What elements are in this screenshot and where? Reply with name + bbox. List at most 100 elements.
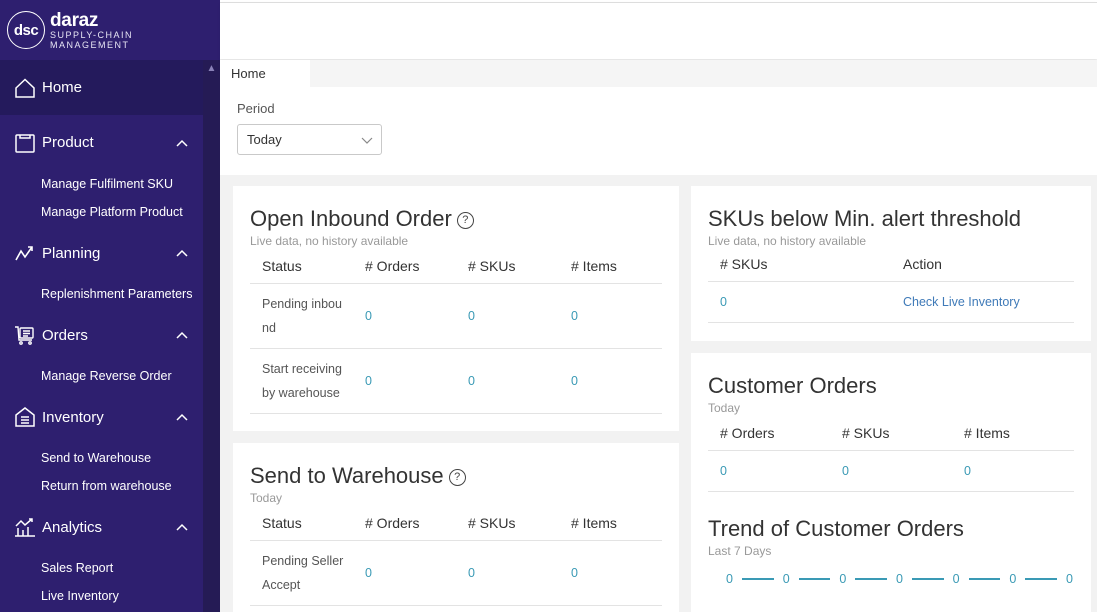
sidebar-nav: Home Product Manage Fulfilment SKU Manag…: [0, 60, 203, 612]
column-header: # Items: [559, 250, 662, 284]
items-count-link[interactable]: 0: [559, 283, 662, 349]
card-send-to-warehouse: Send to Warehouse ? Today Status # Order…: [233, 443, 679, 612]
skus-count-link[interactable]: 0: [456, 283, 559, 349]
orders-count-link[interactable]: 0: [353, 283, 456, 349]
skus-count-link[interactable]: 0: [456, 540, 559, 606]
sidebar-scrollbar[interactable]: ▲: [203, 60, 220, 612]
sidebar-item-manage-reverse-order[interactable]: Manage Reverse Order: [0, 362, 203, 390]
help-icon[interactable]: ?: [448, 468, 466, 486]
sidebar-item-manage-fulfilment-sku[interactable]: Manage Fulfilment SKU: [0, 170, 203, 198]
tab-home[interactable]: Home: [220, 60, 310, 87]
column-header: # Orders: [353, 250, 456, 284]
home-icon: [14, 77, 36, 99]
sidebar-item-send-to-warehouse[interactable]: Send to Warehouse: [0, 444, 203, 472]
sidebar-item-return-from-warehouse[interactable]: Return from warehouse: [0, 472, 203, 500]
period-select-value: Today: [247, 132, 282, 147]
column-header: # Items: [559, 507, 662, 541]
table-row: Start receiving by warehouse 0 0 0: [250, 348, 662, 414]
chevron-up-icon[interactable]: [175, 328, 189, 342]
card-subtitle: Live data, no history available: [708, 234, 867, 248]
trend-point-label: 0: [1065, 571, 1073, 586]
trend-subtitle: Last 7 Days: [708, 543, 772, 558]
logo-mark: dsc: [7, 11, 45, 49]
column-header: # SKUs: [708, 248, 891, 282]
sidebar-group-label: Planning: [42, 244, 101, 262]
sidebar-group-label: Product: [42, 134, 94, 151]
trend-point-label: 0: [896, 571, 903, 586]
card-title: SKUs below Min. alert threshold: [708, 206, 1022, 231]
items-count-link[interactable]: 0: [559, 348, 662, 414]
orders-count-link[interactable]: 0: [353, 348, 456, 414]
logo-brand: daraz: [50, 9, 99, 31]
trend-segment: [968, 577, 1001, 580]
card-title: Send to Warehouse: [250, 463, 444, 488]
card-customer-orders: Customer Orders Today # Orders # SKUs # …: [691, 353, 1091, 612]
sidebar-group-analytics[interactable]: Analytics: [0, 500, 203, 554]
sidebar-group-label: Orders: [42, 326, 88, 344]
items-count-link[interactable]: 0: [952, 450, 1074, 492]
column-header: # SKUs: [456, 250, 559, 284]
chevron-up-icon[interactable]: [175, 246, 189, 260]
check-live-inventory-link[interactable]: Check Live Inventory: [903, 295, 1020, 309]
card-open-inbound-order: Open Inbound Order ? Live data, no histo…: [233, 186, 679, 431]
sidebar-group-planning[interactable]: Planning: [0, 226, 203, 280]
sidebar-item-home[interactable]: Home: [0, 60, 203, 115]
tab-bar: Home: [220, 60, 1097, 87]
planning-icon: [14, 242, 36, 264]
orders-count-link[interactable]: 0: [708, 450, 830, 492]
customer-orders-table: # Orders # SKUs # Items 0 0 0: [708, 417, 1074, 492]
skus-count-link[interactable]: 0: [708, 281, 891, 323]
sidebar-group-label: Inventory: [42, 408, 104, 426]
trend-point-label: 0: [782, 571, 790, 586]
product-icon: [14, 132, 36, 154]
column-header: # Items: [952, 417, 1074, 451]
chevron-up-icon[interactable]: [175, 136, 189, 150]
open-inbound-table: Status # Orders # SKUs # Items Pending i…: [250, 250, 662, 414]
chevron-up-icon[interactable]: [175, 520, 189, 534]
trend-point-label: 0: [1009, 571, 1017, 586]
card-skus-below-threshold: SKUs below Min. alert threshold Live dat…: [691, 186, 1091, 341]
column-header: Status: [250, 507, 353, 541]
filter-area: Period Today: [220, 87, 1097, 175]
status-cell: Pending inbou nd: [250, 283, 353, 349]
logo[interactable]: dsc daraz SUPPLY-CHAIN MANAGEMENT: [0, 0, 220, 60]
orders-count-link[interactable]: 0: [353, 540, 456, 606]
column-header: # Orders: [353, 507, 456, 541]
analytics-icon: [14, 516, 36, 538]
sidebar-item-sales-report[interactable]: Sales Report: [0, 554, 203, 582]
sidebar-group-orders[interactable]: Orders: [0, 308, 203, 362]
trend-point-label: 0: [952, 571, 960, 586]
trend-segment: [798, 577, 831, 580]
send-to-warehouse-table: Status # Orders # SKUs # Items Pending S…: [250, 507, 662, 606]
skus-count-link[interactable]: 0: [830, 450, 952, 492]
sidebar-item-live-inventory[interactable]: Live Inventory: [0, 582, 203, 610]
status-cell: Pending Seller Accept: [250, 540, 353, 606]
trend-point-label: 0: [726, 571, 733, 586]
sidebar-item-manage-platform-product[interactable]: Manage Platform Product: [0, 198, 203, 226]
logo-subtitle-2: MANAGEMENT: [50, 39, 130, 50]
card-subtitle: Today: [250, 491, 283, 505]
table-row: Pending Seller Accept 0 0 0: [250, 540, 662, 606]
period-label: Period: [237, 101, 275, 116]
trend-segment: [912, 577, 944, 580]
orders-cart-icon: [14, 324, 36, 346]
sidebar-group-product[interactable]: Product: [0, 115, 203, 170]
column-header: # SKUs: [456, 507, 559, 541]
items-count-link[interactable]: 0: [559, 540, 662, 606]
trend-segment: [855, 577, 887, 580]
table-row: Pending inbou nd 0 0 0: [250, 283, 662, 349]
status-cell: Start receiving by warehouse: [250, 348, 353, 414]
column-header: Status: [250, 250, 353, 284]
sidebar-item-replenishment-parameters[interactable]: Replenishment Parameters: [0, 280, 203, 308]
table-row: 0 0 0: [708, 450, 1074, 492]
period-select[interactable]: Today: [237, 124, 382, 155]
column-header: Action: [891, 248, 1074, 282]
card-subtitle: Live data, no history available: [250, 234, 409, 248]
sidebar-group-inventory[interactable]: Inventory: [0, 390, 203, 444]
help-icon[interactable]: ?: [456, 211, 474, 229]
chevron-up-icon[interactable]: [175, 410, 189, 424]
header-bar: [220, 2, 1097, 59]
skus-count-link[interactable]: 0: [456, 348, 559, 414]
trend-segment: [1025, 577, 1057, 580]
scroll-up-icon[interactable]: ▲: [203, 60, 220, 76]
